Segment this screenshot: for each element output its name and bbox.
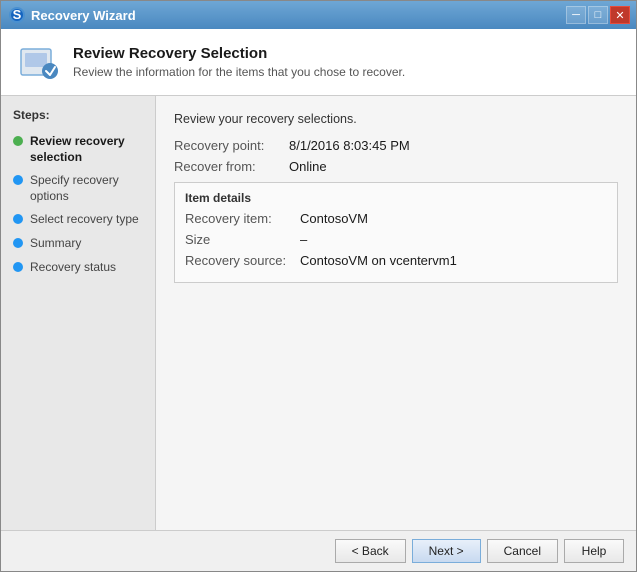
recovery-source-row: Recovery source: ContosoVM on vcentervm1 — [185, 253, 607, 268]
recovery-point-row: Recovery point: 8/1/2016 8:03:45 PM — [174, 138, 618, 153]
content-area: Steps: Review recovery selection Specify… — [1, 96, 636, 530]
close-button[interactable]: ✕ — [610, 6, 630, 24]
step-item-2: Specify recovery options — [1, 169, 155, 208]
main-panel: Review your recovery selections. Recover… — [156, 96, 636, 530]
step-item-4: Summary — [1, 232, 155, 256]
recovery-point-label: Recovery point: — [174, 138, 289, 153]
step-dot-1 — [13, 136, 23, 146]
recovery-wizard-window: S Recovery Wizard ─ □ ✕ Review Recovery … — [0, 0, 637, 572]
step-label-2: Specify recovery options — [30, 173, 143, 204]
recovery-item-row: Recovery item: ContosoVM — [185, 211, 607, 226]
recovery-item-value: ContosoVM — [300, 211, 368, 226]
next-button[interactable]: Next > — [412, 539, 481, 563]
header-section: Review Recovery Selection Review the inf… — [1, 29, 636, 96]
window-title: Recovery Wizard — [31, 8, 136, 23]
item-details-box: Item details Recovery item: ContosoVM Si… — [174, 182, 618, 283]
title-controls: ─ □ ✕ — [566, 6, 630, 24]
footer: < Back Next > Cancel Help — [1, 530, 636, 571]
title-bar-left: S Recovery Wizard — [9, 7, 136, 23]
steps-title: Steps: — [1, 108, 155, 130]
back-button[interactable]: < Back — [335, 539, 406, 563]
size-label: Size — [185, 232, 300, 247]
step-item-5: Recovery status — [1, 256, 155, 280]
svg-text:S: S — [13, 8, 22, 22]
step-dot-3 — [13, 214, 23, 224]
step-label-5: Recovery status — [30, 260, 116, 276]
cancel-button[interactable]: Cancel — [487, 539, 558, 563]
app-icon: S — [9, 7, 25, 23]
step-dot-4 — [13, 238, 23, 248]
step-item-3: Select recovery type — [1, 208, 155, 232]
recover-from-value: Online — [289, 159, 327, 174]
step-item-1: Review recovery selection — [1, 130, 155, 169]
maximize-button[interactable]: □ — [588, 6, 608, 24]
step-label-1: Review recovery selection — [30, 134, 143, 165]
recover-from-row: Recover from: Online — [174, 159, 618, 174]
step-dot-5 — [13, 262, 23, 272]
step-dot-2 — [13, 175, 23, 185]
recovery-source-value: ContosoVM on vcentervm1 — [300, 253, 457, 268]
header-icon — [17, 41, 59, 83]
steps-panel: Steps: Review recovery selection Specify… — [1, 96, 156, 530]
minimize-button[interactable]: ─ — [566, 6, 586, 24]
help-button[interactable]: Help — [564, 539, 624, 563]
item-details-title: Item details — [185, 191, 607, 205]
header-title: Review Recovery Selection — [73, 45, 405, 62]
recover-from-label: Recover from: — [174, 159, 289, 174]
recovery-source-label: Recovery source: — [185, 253, 300, 268]
header-text: Review Recovery Selection Review the inf… — [73, 45, 405, 79]
step-label-4: Summary — [30, 236, 81, 252]
header-subtitle: Review the information for the items tha… — [73, 65, 405, 79]
size-row: Size – — [185, 232, 607, 247]
title-bar: S Recovery Wizard ─ □ ✕ — [1, 1, 636, 29]
recovery-point-value: 8/1/2016 8:03:45 PM — [289, 138, 410, 153]
step-label-3: Select recovery type — [30, 212, 139, 228]
size-value: – — [300, 232, 307, 247]
recovery-item-label: Recovery item: — [185, 211, 300, 226]
review-intro: Review your recovery selections. — [174, 112, 618, 126]
